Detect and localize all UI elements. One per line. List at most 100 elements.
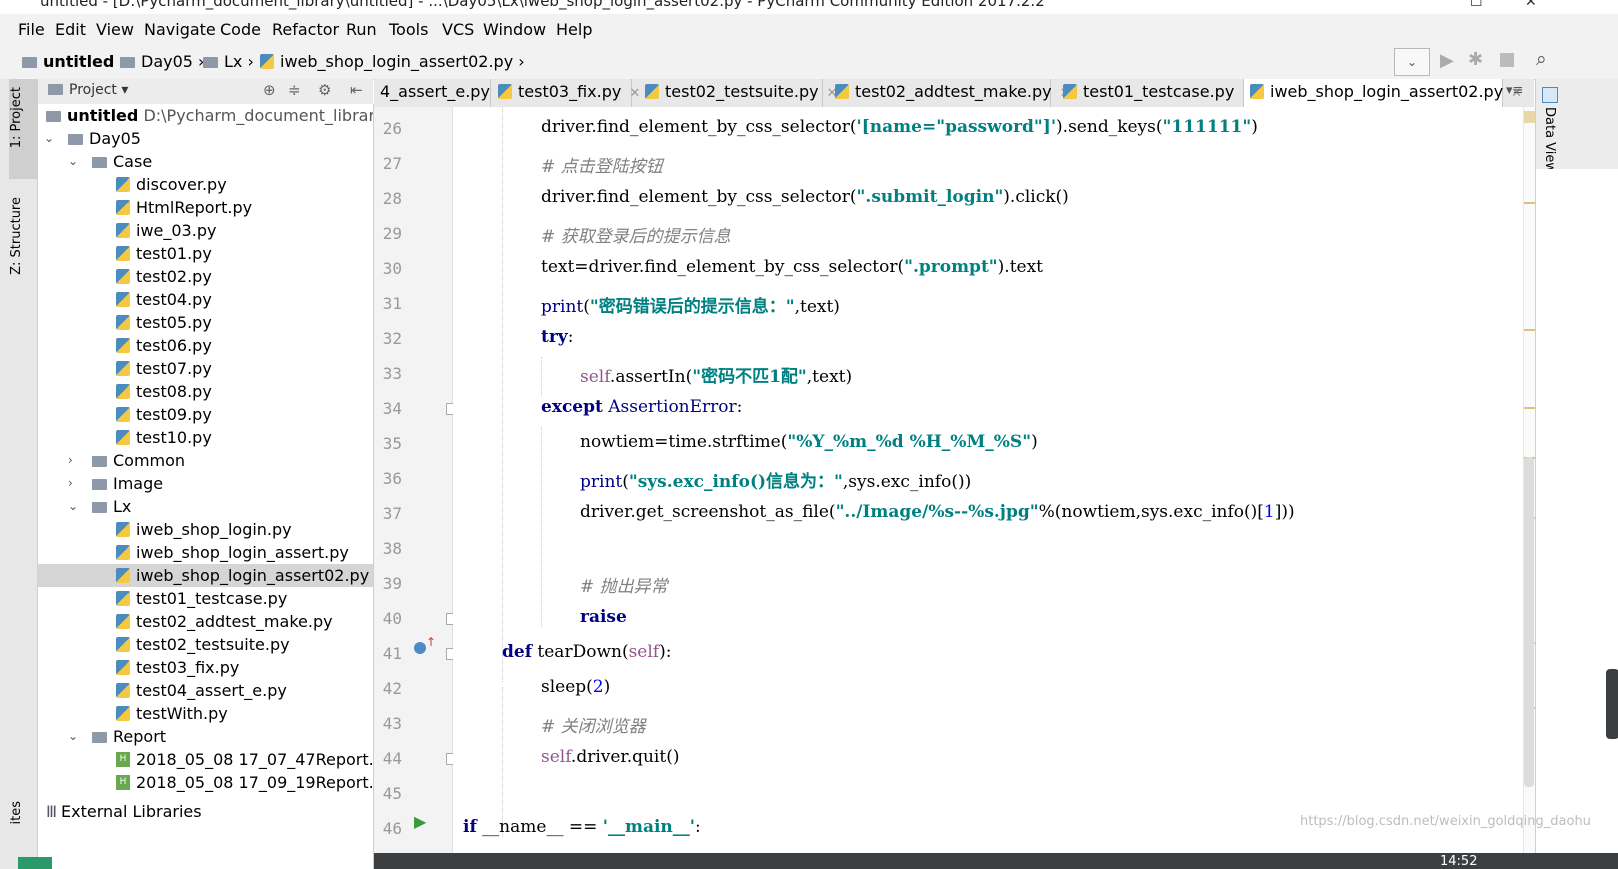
- data-view-tool-tab[interactable]: Data View: [1542, 107, 1557, 173]
- project-tool-tab[interactable]: 1: Project: [9, 87, 24, 148]
- tree-file[interactable]: test01_testcase.py: [38, 587, 373, 610]
- right-blank: [1536, 169, 1618, 869]
- menu-navigate[interactable]: Navigate: [144, 20, 216, 39]
- run-icon[interactable]: ▶: [1440, 50, 1454, 71]
- tree-file[interactable]: test05.py: [38, 311, 373, 334]
- line-number: 35: [382, 434, 402, 453]
- tree-file[interactable]: H2018_05_08 17_07_47Report.html: [38, 748, 373, 771]
- collapse-icon[interactable]: ≑: [288, 81, 301, 99]
- tree-file[interactable]: test10.py: [38, 426, 373, 449]
- line-number: 42: [382, 679, 402, 698]
- editor-tab-bar: 4_assert_e.py✕ test03_fix.py✕ test02_tes…: [374, 79, 1534, 110]
- code-editor[interactable]: driver.find_element_by_css_selector('[na…: [453, 107, 1523, 869]
- python-file-icon: [1063, 84, 1077, 99]
- tree-file[interactable]: test01.py: [38, 242, 373, 265]
- tree-file[interactable]: discover.py: [38, 173, 373, 196]
- tree-file[interactable]: test06.py: [38, 334, 373, 357]
- tree-root[interactable]: untitled D:\Pycharm_document_library\unt…: [38, 104, 373, 127]
- breadcrumb-untitled[interactable]: untitled ›: [22, 52, 126, 71]
- tab-test02-addtest-make[interactable]: test02_addtest_make.py✕: [829, 79, 1070, 107]
- code-line-34: except AssertionError:: [541, 397, 743, 417]
- run-config-dropdown[interactable]: ⌄: [1394, 48, 1430, 76]
- menu-tools[interactable]: Tools: [389, 20, 428, 39]
- tree-file[interactable]: test09.py: [38, 403, 373, 426]
- favorites-tool-tab[interactable]: ites: [9, 801, 24, 824]
- tree-file[interactable]: test08.py: [38, 380, 373, 403]
- breadcrumb-lx[interactable]: Lx ›: [203, 52, 254, 71]
- project-icon: [48, 84, 63, 95]
- gear-icon[interactable]: ⚙: [318, 81, 331, 99]
- project-view-selector[interactable]: Project ▾: [48, 82, 128, 98]
- tree-file[interactable]: iweb_shop_login_assert.py: [38, 541, 373, 564]
- tab-test03-fix[interactable]: test03_fix.py ✕: [492, 79, 640, 107]
- menu-file[interactable]: File: [18, 20, 45, 39]
- project-tree: untitled D:\Pycharm_document_library\unt…: [38, 104, 374, 869]
- tree-report[interactable]: ⌄ Report: [38, 725, 373, 748]
- tree-common[interactable]: › Common: [38, 449, 373, 472]
- clock: 14:52: [1440, 854, 1478, 869]
- structure-tool-tab[interactable]: Z: Structure: [9, 197, 24, 275]
- html-file-icon: H: [116, 752, 130, 767]
- tab-test04-assert-e[interactable]: 4_assert_e.py✕: [374, 79, 509, 107]
- line-number: 46: [382, 819, 402, 838]
- tree-file[interactable]: test07.py: [38, 357, 373, 380]
- menu-view[interactable]: View: [96, 20, 134, 39]
- tree-file-selected[interactable]: iweb_shop_login_assert02.py: [38, 564, 373, 587]
- tree-file[interactable]: test02.py: [38, 265, 373, 288]
- menu-code[interactable]: Code: [220, 20, 261, 39]
- tree-file[interactable]: H2018_05_08 17_09_19Report.html: [38, 771, 373, 794]
- tree-day05[interactable]: ⌄ Day05: [38, 127, 373, 150]
- python-file-icon: [116, 430, 130, 445]
- tree-case[interactable]: ⌄ Case: [38, 150, 373, 173]
- menu-run[interactable]: Run: [346, 20, 377, 39]
- tree-image[interactable]: › Image: [38, 472, 373, 495]
- stop-icon[interactable]: [1500, 53, 1514, 67]
- tree-file[interactable]: test02_addtest_make.py: [38, 610, 373, 633]
- maximize-icon[interactable]: ☐: [1470, 0, 1483, 10]
- line-number: 41: [382, 644, 402, 663]
- hide-icon[interactable]: ⇤: [350, 81, 363, 99]
- menu-edit[interactable]: Edit: [55, 20, 86, 39]
- menu-help[interactable]: Help: [556, 20, 592, 39]
- line-number: 34: [382, 399, 402, 418]
- locate-icon[interactable]: ⊕: [263, 81, 276, 99]
- tree-file[interactable]: test03_fix.py: [38, 656, 373, 679]
- code-line-32: try:: [541, 327, 574, 347]
- tab-list-icon[interactable]: ▾≡: [1506, 83, 1523, 98]
- editor-scrollbar-thumb[interactable]: [1524, 457, 1534, 787]
- tree-external-libraries[interactable]: Ⅲ External Libraries: [38, 800, 373, 823]
- tree-lx[interactable]: ⌄ Lx: [38, 495, 373, 518]
- run-gutter-icon[interactable]: ▶: [414, 812, 426, 831]
- folder-icon: [92, 456, 107, 467]
- python-file-icon: [116, 568, 130, 583]
- tab-test01-testcase[interactable]: test01_testcase.py✕: [1057, 79, 1253, 107]
- code-line-30: text=driver.find_element_by_css_selector…: [541, 257, 1044, 277]
- tab-iweb-shop-login-assert02[interactable]: iweb_shop_login_assert02.py ✕: [1244, 79, 1522, 110]
- line-number: 36: [382, 469, 402, 488]
- menu-window[interactable]: Window: [483, 20, 546, 39]
- tree-file[interactable]: test02_testsuite.py: [38, 633, 373, 656]
- menu-vcs[interactable]: VCS: [442, 20, 474, 39]
- debug-icon[interactable]: ✱: [1468, 49, 1483, 70]
- breadcrumb-file[interactable]: iweb_shop_login_assert02.py ›: [260, 52, 525, 71]
- code-line-44: self.driver.quit(): [541, 747, 680, 767]
- python-file-icon: [116, 591, 130, 606]
- tree-file[interactable]: iweb_shop_login.py: [38, 518, 373, 541]
- override-marker-icon[interactable]: [414, 642, 426, 654]
- tree-file[interactable]: HtmlReport.py: [38, 196, 373, 219]
- menu-refactor[interactable]: Refactor: [272, 20, 339, 39]
- root-path: D:\Pycharm_document_library\unti: [143, 106, 374, 125]
- search-icon[interactable]: ⌕: [1536, 48, 1547, 70]
- tree-file[interactable]: testWith.py: [38, 702, 373, 725]
- tree-file[interactable]: test04_assert_e.py: [38, 679, 373, 702]
- tab-test02-testsuite[interactable]: test02_testsuite.py ✕: [639, 79, 837, 107]
- close-icon[interactable]: ✕: [1525, 0, 1537, 10]
- line-number: 30: [382, 259, 402, 278]
- overlay-handle: [1606, 669, 1618, 739]
- tree-file[interactable]: test04.py: [38, 288, 373, 311]
- line-number: 33: [382, 364, 402, 383]
- tree-file[interactable]: iwe_03.py: [38, 219, 373, 242]
- code-line-46: if __name__ == '__main__':: [463, 817, 701, 837]
- breadcrumb-day05[interactable]: Day05 ›: [120, 52, 204, 71]
- python-file-icon: [116, 177, 130, 192]
